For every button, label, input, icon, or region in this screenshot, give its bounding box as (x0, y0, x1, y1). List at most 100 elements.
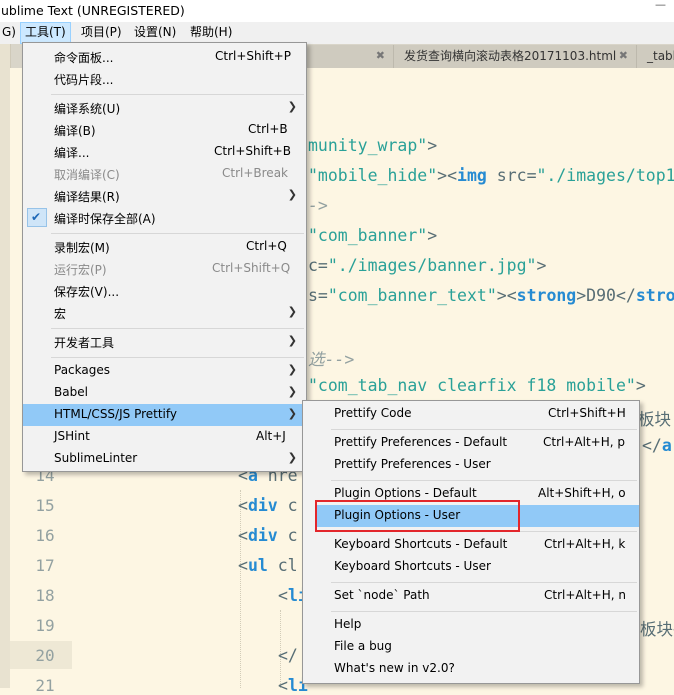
code-token: c (278, 496, 298, 515)
menu-help[interactable]: 帮助(H) (186, 22, 236, 44)
code-token: s= (308, 286, 328, 305)
code-token: < (278, 676, 288, 695)
code-line: 选--> (308, 346, 354, 370)
code-token: "com_banner_text" (328, 286, 497, 305)
menu-goto[interactable]: G) (0, 22, 20, 44)
menu-item-prettify-preferences-default[interactable]: Prettify Preferences - DefaultCtrl+Alt+H… (303, 432, 639, 454)
code-line: <div c (238, 496, 298, 515)
tab-previous[interactable]: ✖ (300, 45, 393, 68)
menu-item-编译系统-u[interactable]: 编译系统(U) ❯ (23, 97, 306, 119)
menu-item-label: Packages (54, 363, 110, 377)
menu-item-运行宏-p: 运行宏(P)Ctrl+Shift+Q (23, 258, 306, 280)
menu-item-packages[interactable]: Packages ❯ (23, 360, 306, 382)
tab-shipping-table[interactable]: 发货查询横向滚动表格20171103.html ✖ (393, 45, 636, 68)
line-number: 16 (30, 526, 60, 545)
menu-item-help[interactable]: Help (303, 614, 639, 636)
menu-item-label: 运行宏(P) (54, 261, 107, 278)
menu-item-prettify-code[interactable]: Prettify CodeCtrl+Shift+H (303, 403, 639, 425)
code-token: >< (437, 166, 457, 185)
window-title: ublime Text (UNREGISTERED) (1, 3, 185, 18)
menu-item-label: Prettify Code (334, 406, 411, 420)
menu-item-label: Keyboard Shortcuts - User (334, 559, 491, 573)
menu-item-jshint[interactable]: JSHintAlt+J (23, 426, 306, 448)
menu-item-shortcut: Ctrl+Q (246, 239, 287, 253)
chevron-right-icon: ❯ (288, 363, 297, 376)
tab-label: _table (647, 49, 674, 63)
title-bar: ublime Text (UNREGISTERED) — (0, 0, 674, 22)
menu-item-label: 编译... (54, 144, 89, 161)
menu-separator (51, 233, 304, 234)
code-token: c= (308, 256, 328, 275)
menu-item-编译结果-r[interactable]: 编译结果(R)❯ (23, 185, 306, 207)
menu-item-label: 宏 (54, 305, 66, 322)
code-token: < (238, 526, 248, 545)
tab-label: 发货查询横向滚动表格20171103.html (404, 49, 616, 63)
menu-item-编译[interactable]: 编译...Ctrl+Shift+B (23, 141, 306, 163)
menu-project[interactable]: 项目(P) (77, 22, 126, 44)
code-line: c="./images/banner.jpg"> (308, 256, 546, 275)
menu-item-keyboard-shortcuts-default[interactable]: Keyboard Shortcuts - DefaultCtrl+Alt+H, … (303, 534, 639, 556)
menu-item-shortcut: Ctrl+Alt+H, p (543, 435, 625, 449)
check-icon: ✔ (27, 208, 47, 227)
line-number: 18 (30, 586, 60, 605)
tab-table[interactable]: _table (636, 45, 674, 68)
close-icon[interactable]: ✖ (619, 45, 628, 67)
menu-item-babel[interactable]: Babel❯ (23, 382, 306, 404)
code-token: > (537, 256, 547, 275)
line-number: 17 (30, 556, 60, 575)
menu-item-编译时保存全部-a[interactable]: ✔编译时保存全部(A) (23, 207, 306, 229)
menu-item-prettify-preferences-user[interactable]: Prettify Preferences - User (303, 454, 639, 476)
menu-item-宏[interactable]: 宏❯ (23, 302, 306, 324)
code-token: strong (517, 286, 577, 305)
chevron-right-icon: ❯ (288, 305, 297, 318)
close-icon[interactable]: ✖ (376, 45, 385, 67)
window-controls[interactable]: — (655, 0, 666, 11)
menu-item-开发者工具[interactable]: 开发者工具❯ (23, 331, 306, 353)
line-number: 15 (30, 496, 60, 515)
menu-preferences[interactable]: 设置(N) (130, 22, 180, 44)
prettify-submenu: Prettify CodeCtrl+Shift+H Prettify Prefer… (302, 400, 640, 684)
code-line: "com_tab_nav clearfix f18 mobile"> (308, 376, 646, 395)
chevron-right-icon: ❯ (288, 451, 297, 464)
code-token: a (662, 436, 672, 455)
menu-item-label: What's new in v2.0? (334, 661, 455, 675)
menu-item-shortcut: Ctrl+Alt+H, k (544, 537, 625, 551)
line-number: 21 (30, 676, 60, 695)
code-token: cl (268, 556, 298, 575)
code-token: 板块< (640, 620, 674, 639)
code-token: "com_banner" (308, 226, 427, 245)
menu-item-html-css-js-prettify[interactable]: HTML/CSS/JS Prettify❯ (23, 404, 306, 426)
code-line: <div c (238, 526, 298, 545)
tools-menu: 命令面板...Ctrl+Shift+P代码片段... 编译系统(U) ❯ 编译(B)C… (22, 42, 307, 472)
menu-item-keyboard-shortcuts-user[interactable]: Keyboard Shortcuts - User (303, 556, 639, 578)
menu-item-set-node-path[interactable]: Set `node` PathCtrl+Alt+H, n (303, 585, 639, 607)
code-line: </ (278, 646, 298, 665)
menu-item-label: Prettify Preferences - User (334, 457, 491, 471)
code-token: </ (642, 436, 662, 455)
code-token: > (427, 226, 437, 245)
menu-item-file-a-bug[interactable]: File a bug (303, 636, 639, 658)
menu-item-shortcut: Ctrl+Shift+P (215, 49, 291, 63)
menu-tools[interactable]: 工具(T) (20, 22, 71, 44)
menu-item-命令面板[interactable]: 命令面板...Ctrl+Shift+P (23, 46, 306, 68)
menu-item-label: Babel (54, 385, 88, 399)
menu-item-sublimelinter[interactable]: SublimeLinter❯ (23, 448, 306, 470)
menu-item-label: 保存宏(V)... (54, 283, 119, 300)
menu-separator (51, 357, 304, 358)
menu-item-what-s-new-in-v2-0[interactable]: What's new in v2.0? (303, 658, 639, 680)
menu-item-label: 编译系统(U) (54, 100, 120, 117)
chevron-right-icon: ❯ (288, 100, 297, 113)
menu-item-shortcut: Alt+Shift+H, o (538, 486, 626, 500)
code-token: > (636, 376, 646, 395)
menu-item-录制宏-m[interactable]: 录制宏(M)Ctrl+Q (23, 236, 306, 258)
menu-item-代码片段[interactable]: 代码片段... (23, 68, 306, 90)
menu-separator (331, 429, 637, 430)
menu-item-编译-b[interactable]: 编译(B)Ctrl+B (23, 119, 306, 141)
menu-item-保存宏-v[interactable]: 保存宏(V)... (23, 280, 306, 302)
code-line: 板块 (638, 406, 671, 430)
menu-separator (331, 480, 637, 481)
code-line: munity_wrap"> (308, 136, 437, 155)
menu-item-label: 编译结果(R) (54, 188, 120, 205)
menu-item-label: Help (334, 617, 361, 631)
code-token: >< (497, 286, 517, 305)
